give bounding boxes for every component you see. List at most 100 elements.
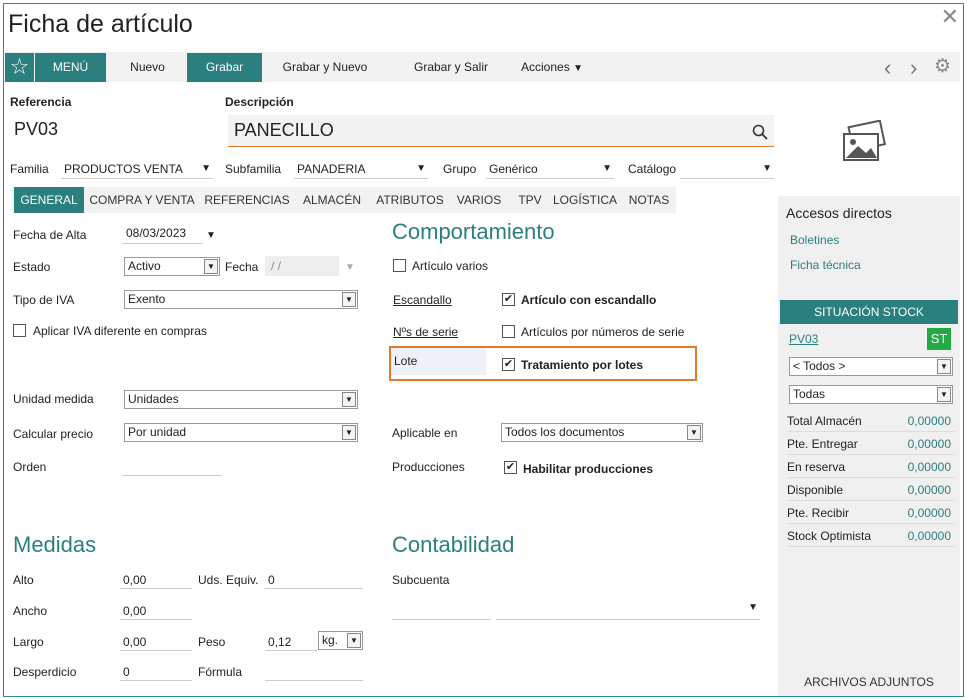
caret-down-icon: ▼ [201, 163, 211, 174]
tab-notas[interactable]: NOTAS [622, 187, 676, 213]
st-badge[interactable]: ST [927, 328, 951, 350]
calcular-precio-label: Calcular precio [13, 427, 94, 441]
stock-row-value: 0,00000 [907, 506, 951, 520]
numeros-serie-checkbox[interactable] [502, 325, 515, 338]
stock-almacen-value: < Todos > [793, 359, 846, 373]
stock-row-value: 0,00000 [907, 460, 951, 474]
unidad-medida-select[interactable]: Unidades ▼ [124, 390, 358, 409]
nuevo-button[interactable]: Nuevo [110, 53, 185, 82]
caret-down-icon: ▼ [573, 63, 583, 74]
subcuenta-code-field[interactable] [392, 598, 490, 620]
aplicable-en-value: Todos los documentos [505, 425, 625, 439]
stock-ref-link[interactable]: PV03 [789, 332, 818, 346]
desperdicio-field[interactable]: 0 [120, 660, 192, 681]
stock-row-label: Total Almacén [787, 414, 862, 428]
grabar-y-nuevo-button[interactable]: Grabar y Nuevo [266, 53, 384, 82]
subcuenta-label: Subcuenta [392, 573, 450, 587]
fecha-label: Fecha [225, 260, 259, 274]
stock-filter-select[interactable]: Todas ▼ [789, 385, 953, 404]
uds-equiv-value: 0 [268, 573, 275, 587]
fecha-field[interactable]: / / [265, 256, 339, 276]
articulo-varios-checkbox[interactable] [393, 259, 406, 272]
desperdicio-label: Desperdicio [13, 665, 77, 679]
stock-row: Pte. Recibir 0,00000 [787, 502, 955, 524]
boletines-link[interactable]: Boletines [790, 233, 839, 247]
alto-field[interactable]: 0,00 [120, 568, 192, 589]
subfamilia-select[interactable]: PANADERIA ▼ [294, 159, 428, 179]
ancho-field[interactable]: 0,00 [120, 599, 192, 620]
catalogo-select[interactable]: ▼ [680, 159, 774, 179]
stock-almacen-select[interactable]: < Todos > ▼ [789, 357, 953, 376]
desperdicio-value: 0 [123, 665, 130, 679]
menu-button[interactable]: MENÚ [35, 53, 106, 82]
tab-almacen[interactable]: ALMACÉN [296, 187, 368, 213]
largo-field[interactable]: 0,00 [120, 630, 192, 651]
unidad-medida-label: Unidad medida [13, 392, 94, 406]
tipo-iva-label: Tipo de IVA [13, 293, 75, 307]
ficha-tecnica-link[interactable]: Ficha técnica [790, 258, 861, 272]
stock-row-value: 0,00000 [907, 529, 951, 543]
contabilidad-title: Contabilidad [392, 532, 515, 557]
escandallo-checkbox[interactable]: ✔ [502, 293, 515, 306]
caret-down-icon: ▼ [762, 163, 772, 174]
uds-equiv-field[interactable]: 0 [265, 568, 363, 589]
estado-select[interactable]: Activo ▼ [124, 257, 220, 276]
search-icon[interactable] [752, 124, 768, 143]
producciones-checkbox[interactable]: ✔ [504, 461, 517, 474]
archivos-adjuntos-button[interactable]: ARCHIVOS ADJUNTOS [778, 675, 960, 689]
calendar-dropdown-icon[interactable]: ▼ [206, 230, 216, 241]
stock-row-value: 0,00000 [907, 437, 951, 451]
medidas-title: Medidas [13, 532, 97, 557]
gear-icon[interactable]: ⚙ [934, 55, 951, 78]
stock-row-label: Pte. Entregar [787, 437, 858, 451]
aplicar-iva-checkbox[interactable] [13, 324, 26, 337]
fecha-alta-value: 08/03/2023 [126, 226, 187, 240]
favorite-star-icon[interactable]: ☆ [5, 53, 34, 82]
previous-icon[interactable]: ‹ [884, 55, 891, 81]
formula-field[interactable] [265, 660, 363, 681]
estado-label: Estado [13, 260, 51, 274]
close-icon[interactable]: ✕ [941, 4, 959, 30]
caret-down-icon: ▼ [748, 602, 758, 613]
lotes-checkbox[interactable]: ✔ [502, 358, 515, 371]
comportamiento-title: Comportamiento [392, 219, 555, 244]
calendar-dropdown-icon[interactable]: ▼ [345, 262, 355, 273]
tab-referencias[interactable]: REFERENCIAS [200, 187, 294, 213]
orden-field[interactable] [122, 456, 222, 476]
tipo-iva-select[interactable]: Exento ▼ [124, 290, 358, 309]
chevron-down-icon: ▼ [342, 292, 356, 307]
tab-atributos[interactable]: ATRIBUTOS [372, 187, 448, 213]
producciones-label: Producciones [392, 460, 465, 474]
stock-filter-value: Todas [793, 387, 826, 401]
tab-compra-y-venta[interactable]: COMPRA Y VENTA [86, 187, 198, 213]
tab-general[interactable]: GENERAL [14, 187, 84, 213]
peso-field[interactable]: 0,12 [265, 630, 317, 651]
tab-tpv[interactable]: TPV [512, 187, 548, 213]
stock-row-value: 0,00000 [907, 483, 951, 497]
fecha-alta-field[interactable]: 08/03/2023 [122, 222, 202, 244]
stock-header: SITUACIÓN STOCK [780, 300, 958, 324]
referencia-field[interactable]: PV03 [14, 119, 58, 140]
acciones-button[interactable]: Acciones ▼ [512, 53, 592, 82]
tab-varios[interactable]: VARIOS [450, 187, 508, 213]
grupo-select[interactable]: Genérico ▼ [486, 159, 614, 179]
ancho-label: Ancho [13, 604, 48, 618]
grabar-button[interactable]: Grabar [187, 53, 262, 82]
familia-select[interactable]: PRODUCTOS VENTA ▼ [61, 159, 213, 179]
aplicable-en-select[interactable]: Todos los documentos ▼ [501, 423, 703, 442]
escandallo-link[interactable]: Escandallo [393, 293, 452, 307]
numeros-serie-link[interactable]: Nºs de serie [393, 325, 458, 339]
tab-logistica[interactable]: LOGÍSTICA [550, 187, 620, 213]
grabar-y-salir-button[interactable]: Grabar y Salir [398, 53, 504, 82]
photo-icon[interactable] [840, 119, 892, 167]
lotes-check-label: Tratamiento por lotes [521, 358, 644, 372]
fecha-value: / / [271, 259, 282, 273]
stock-row-label: Pte. Recibir [787, 506, 850, 520]
peso-unit-select[interactable]: kg. ▼ [318, 631, 363, 650]
next-icon[interactable]: › [910, 55, 917, 81]
escandallo-check-label: Artículo con escandallo [521, 293, 657, 307]
calcular-precio-select[interactable]: Por unidad ▼ [124, 423, 358, 442]
uds-equiv-label: Uds. Equiv. [198, 573, 259, 587]
subcuenta-select[interactable]: ▼ [496, 598, 760, 620]
grupo-label: Grupo [443, 162, 477, 176]
